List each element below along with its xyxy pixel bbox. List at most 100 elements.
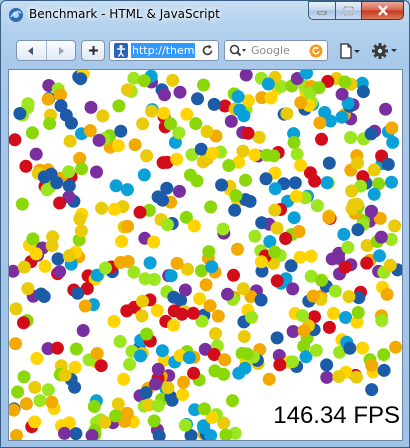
forward-button[interactable] — [47, 41, 76, 60]
benchmark-dot — [389, 340, 402, 354]
benchmark-dot — [90, 165, 103, 179]
benchmark-dot — [21, 97, 35, 111]
benchmark-dot — [209, 327, 222, 341]
benchmark-dot — [183, 168, 197, 182]
benchmark-dot — [233, 103, 247, 117]
benchmark-dot — [222, 159, 236, 172]
address-text[interactable]: http://them — [131, 43, 196, 58]
benchmark-dot — [98, 415, 112, 429]
benchmark-dot — [236, 282, 250, 296]
benchmark-dot — [238, 361, 252, 375]
search-go-icon[interactable] — [309, 44, 323, 58]
page-menu-button[interactable] — [338, 40, 362, 61]
benchmark-dot — [99, 261, 112, 275]
benchmark-dot — [367, 163, 381, 177]
benchmark-dot — [356, 341, 370, 355]
benchmark-dot — [96, 109, 110, 123]
benchmark-dot — [25, 126, 39, 140]
benchmark-dot — [90, 347, 104, 360]
benchmark-dot — [167, 304, 181, 318]
maximize-button[interactable] — [335, 1, 361, 20]
benchmark-dot — [150, 304, 164, 317]
benchmark-dot — [109, 409, 123, 423]
benchmark-dot — [211, 309, 225, 323]
benchmark-dot — [161, 218, 174, 232]
benchmark-dot — [262, 372, 276, 386]
benchmark-dot — [155, 344, 169, 358]
benchmark-dot — [206, 146, 220, 160]
benchmark-dot — [365, 358, 379, 372]
benchmark-dot — [176, 388, 190, 402]
benchmark-dot — [136, 294, 149, 308]
close-button[interactable] — [361, 1, 404, 20]
benchmark-dot — [310, 199, 324, 213]
benchmark-dot — [350, 370, 363, 384]
benchmark-dot — [114, 124, 128, 138]
benchmark-dot — [270, 331, 284, 345]
benchmark-dot — [290, 189, 303, 203]
benchmark-dot — [187, 366, 201, 380]
benchmark-dot — [322, 211, 336, 225]
benchmark-dot — [218, 353, 232, 367]
benchmark-dot — [199, 278, 213, 292]
benchmark-dot — [270, 274, 284, 288]
benchmark-dot — [62, 249, 76, 263]
benchmark-dot — [197, 78, 210, 92]
benchmark-dot — [109, 179, 123, 193]
benchmark-dot — [315, 132, 328, 146]
benchmark-dot — [194, 142, 208, 156]
benchmark-dot — [344, 131, 358, 144]
back-button[interactable] — [17, 41, 47, 60]
benchmark-dot — [10, 429, 23, 440]
benchmark-dot — [379, 102, 393, 116]
benchmark-dot — [292, 225, 306, 238]
benchmark-dot — [164, 117, 177, 131]
benchmark-dot — [322, 320, 336, 334]
benchmark-dot — [380, 287, 394, 301]
benchmark-dot — [28, 380, 42, 394]
benchmark-dot — [386, 135, 400, 149]
benchmark-dot — [9, 337, 22, 351]
benchmark-dot — [286, 355, 300, 369]
benchmark-dot — [221, 287, 234, 301]
benchmark-dot — [342, 290, 356, 304]
benchmark-dot — [113, 335, 127, 348]
benchmark-dot — [161, 381, 175, 395]
benchmark-dot — [374, 230, 388, 244]
benchmark-dot — [260, 148, 274, 162]
benchmark-dot — [345, 202, 359, 216]
address-bar[interactable]: http://them — [109, 40, 219, 61]
benchmark-dot — [38, 259, 52, 273]
benchmark-dot — [58, 426, 71, 440]
benchmark-dot — [304, 249, 318, 263]
benchmark-dot — [170, 152, 184, 166]
benchmark-dot — [53, 265, 67, 279]
tools-menu-button[interactable] — [370, 40, 400, 61]
benchmark-dot — [236, 144, 250, 158]
minimize-button[interactable] — [308, 1, 335, 20]
benchmark-dot — [115, 234, 129, 248]
benchmark-dot — [15, 197, 29, 211]
benchmark-dot — [83, 124, 97, 138]
search-bar[interactable]: Google — [224, 40, 328, 61]
benchmark-dot — [26, 232, 40, 246]
title-bar[interactable]: Benchmark - HTML & JavaScript — [1, 1, 409, 29]
benchmark-dot — [294, 96, 308, 110]
browser-window: Benchmark - HTML & JavaScript http://the… — [0, 0, 410, 448]
benchmark-dot — [259, 172, 273, 186]
add-bookmark-button[interactable] — [81, 40, 105, 61]
benchmark-dot — [76, 324, 90, 337]
benchmark-dot — [180, 107, 194, 121]
benchmark-dot — [288, 176, 302, 190]
benchmark-dot — [364, 204, 378, 218]
reload-icon[interactable] — [201, 44, 214, 57]
benchmark-dot — [239, 70, 253, 82]
benchmark-dot — [62, 165, 76, 179]
benchmark-dot — [286, 282, 300, 296]
benchmark-dot — [164, 269, 178, 283]
benchmark-dot — [112, 99, 126, 113]
benchmark-dot — [92, 133, 106, 147]
benchmark-dot — [255, 216, 269, 230]
benchmark-dot — [41, 92, 55, 106]
accessibility-icon — [114, 43, 128, 58]
